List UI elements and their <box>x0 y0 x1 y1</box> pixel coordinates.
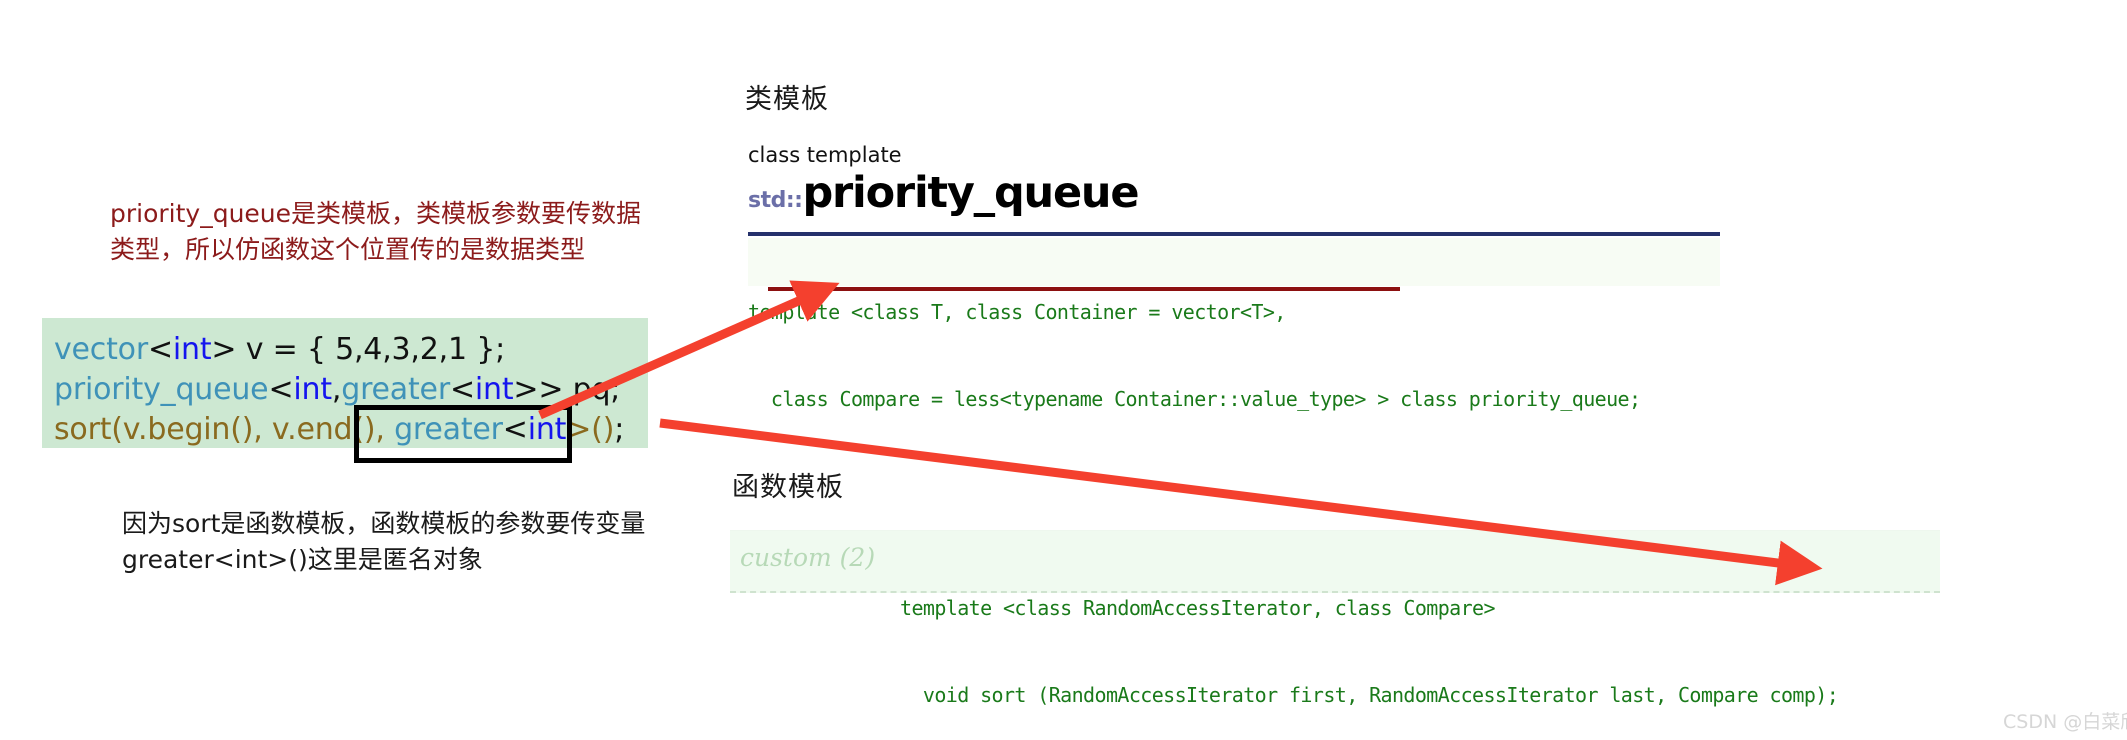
class-template-prototype-block: template <class T, class Container = vec… <box>748 238 1720 411</box>
code-token: greater <box>341 371 450 407</box>
compare-param-underline <box>768 287 1400 291</box>
sort-prototype-block: template <class RandomAccessIterator, cl… <box>900 536 1940 740</box>
sort-prototype-line-1: template <class RandomAccessIterator, cl… <box>900 596 1496 620</box>
code-token: int <box>172 332 212 367</box>
code-token: >> pq; <box>513 371 621 407</box>
code-token: , <box>331 371 342 407</box>
annotation-function-template-note: 因为sort是函数模板，函数模板的参数要传变量 greater<int>()这里… <box>122 509 646 575</box>
slide-canvas: 类模板 class template std::priority_queue t… <box>0 0 2127 740</box>
code-token: > v = { 5,4,3,2,1 }; <box>211 332 505 367</box>
namespace-prefix: std:: <box>748 188 803 213</box>
function-template-heading: 函数模板 <box>732 472 844 503</box>
title-rule-divider <box>748 232 1720 236</box>
overload-label: custom (2) <box>740 543 876 572</box>
sort-prototype-line-2: void sort (RandomAccessIterator first, R… <box>900 683 1839 707</box>
class-template-kind-label: class template <box>748 143 902 167</box>
code-token: >() <box>566 411 615 447</box>
greater-functor-highlight-box <box>354 405 572 463</box>
code-line: vector<int> v = { 5,4,3,2,1 }; <box>54 330 648 370</box>
code-token: < <box>268 371 294 407</box>
code-token: int <box>474 371 514 407</box>
class-template-heading: 类模板 <box>745 84 829 115</box>
code-line: priority_queue<int,greater<int>> pq; <box>54 370 648 410</box>
class-prototype-line-2: class Compare = less<typename Container:… <box>748 387 1641 411</box>
class-prototype-line-1: template <class T, class Container = vec… <box>748 300 1286 324</box>
code-token: vector <box>54 332 148 367</box>
code-token: sort <box>54 411 112 447</box>
annotation-class-template-note: priority_queue是类模板，类模板参数要传数据 类型，所以仿函数这个位… <box>110 199 642 265</box>
csdn-watermark: CSDN @白菜欣 <box>2003 711 2127 733</box>
class-name: priority_queue <box>802 168 1139 218</box>
code-token: int <box>293 371 332 407</box>
code-token: ; <box>614 411 625 447</box>
code-token: < <box>147 332 173 367</box>
code-token: (v.begin(), v.end(), <box>111 411 395 447</box>
code-token: < <box>449 371 475 407</box>
priority-queue-title: std::priority_queue <box>748 172 1140 215</box>
code-token: priority_queue <box>54 371 269 407</box>
